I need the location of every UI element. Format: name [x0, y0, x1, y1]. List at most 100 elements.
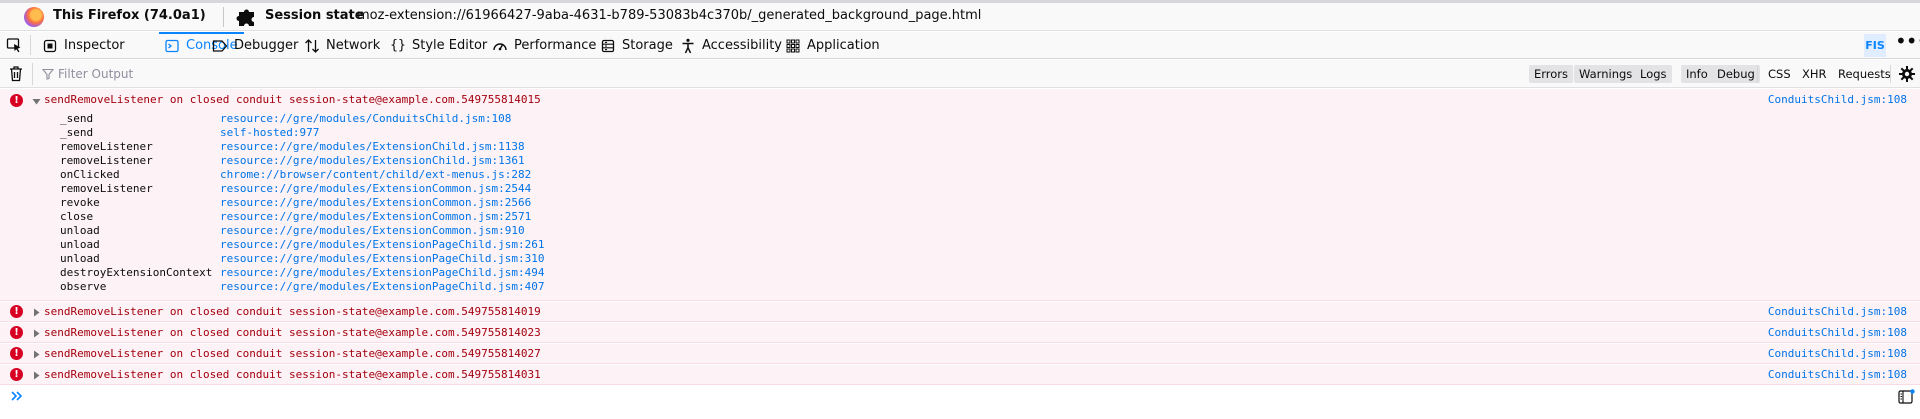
console-error-message[interactable]: ! sendRemoveListener on closed conduit s… [0, 365, 1920, 385]
error-message-text: sendRemoveListener on closed conduit ses… [44, 93, 541, 106]
tab-debugger[interactable]: Debugger [212, 32, 298, 59]
tab-performance[interactable]: Performance [492, 32, 596, 59]
console-error-message[interactable]: ! sendRemoveListener on closed conduit s… [0, 323, 1920, 343]
error-message-text: sendRemoveListener on closed conduit ses… [44, 305, 541, 318]
tab-label: Performance [514, 38, 597, 53]
filter-funnel-icon [42, 68, 54, 80]
frame-function: onClicked [60, 168, 120, 181]
frame-source-link[interactable]: resource://gre/modules/ExtensionChild.js… [220, 140, 525, 153]
frame-function: unload [60, 238, 100, 251]
filter-debug-button[interactable]: Debug [1712, 65, 1760, 83]
tab-label: Accessibility [702, 38, 782, 53]
frame-function: removeListener [60, 140, 153, 153]
error-icon: ! [10, 94, 23, 107]
tab-network[interactable]: Network [304, 32, 380, 59]
message-source-link[interactable]: ConduitsChild.jsm:108 [1768, 305, 1907, 318]
frame-source-link[interactable]: chrome://browser/content/child/ext-menus… [220, 168, 531, 181]
filter-css-button[interactable]: CSS [1768, 65, 1791, 83]
network-icon [304, 38, 320, 54]
target-title: Session state [265, 8, 364, 23]
tab-label: Inspector [64, 38, 125, 53]
extension-puzzle-icon [236, 9, 254, 26]
filter-errors-button[interactable]: Errors [1529, 65, 1574, 83]
expand-twisty-closed-icon[interactable] [32, 329, 41, 338]
performance-icon [492, 38, 508, 54]
expand-twisty-closed-icon[interactable] [32, 371, 41, 380]
error-icon: ! [10, 305, 23, 318]
tab-inspector[interactable]: Inspector [42, 32, 125, 59]
style-editor-icon: {} [390, 38, 406, 53]
message-source-link[interactable]: ConduitsChild.jsm:108 [1768, 326, 1907, 339]
error-icon: ! [10, 368, 23, 381]
frame-function: _send [60, 112, 94, 125]
more-options-icon[interactable]: ••• [1895, 31, 1920, 54]
frame-function: observe [60, 280, 107, 293]
expand-twisty-open-icon[interactable] [32, 97, 41, 106]
clear-console-trash-icon[interactable] [8, 65, 24, 82]
console-settings-gear-icon[interactable] [1898, 65, 1916, 83]
filter-info-button[interactable]: Info [1681, 65, 1713, 83]
tab-label: Application [807, 38, 880, 53]
debugger-icon [212, 38, 228, 54]
filter-warnings-button[interactable]: Warnings [1574, 65, 1638, 83]
expand-twisty-closed-icon[interactable] [32, 350, 41, 359]
frame-source-link[interactable]: resource://gre/modules/ExtensionCommon.j… [220, 224, 525, 237]
console-filter-bar: Errors Warnings Logs Info Debug CSS XHR … [0, 60, 1920, 88]
sidebar-toggle-icon[interactable] [1898, 389, 1915, 404]
application-icon [785, 38, 801, 54]
frame-source-link[interactable]: resource://gre/modules/ExtensionPageChil… [220, 252, 545, 265]
tab-application[interactable]: Application [785, 32, 880, 59]
runtime-title: This Firefox (74.0a1) [53, 8, 206, 23]
tab-label: Network [326, 38, 381, 53]
console-input-line[interactable] [0, 386, 1920, 406]
filter-levels-separator [1757, 65, 1758, 83]
frame-source-link[interactable]: self-hosted:977 [220, 126, 319, 139]
frame-function: unload [60, 224, 100, 237]
filter-requests-button[interactable]: Requests [1838, 65, 1891, 83]
header-separator [223, 7, 224, 27]
message-source-link[interactable]: ConduitsChild.jsm:108 [1768, 93, 1907, 106]
chevron-prompt-icon [11, 391, 23, 401]
frame-function: _send [60, 126, 94, 139]
tab-storage[interactable]: Storage [600, 32, 673, 59]
frame-source-link[interactable]: resource://gre/modules/ExtensionChild.js… [220, 154, 525, 167]
tab-style-editor[interactable]: {} Style Editor [390, 32, 487, 59]
storage-icon [600, 38, 616, 54]
message-source-link[interactable]: ConduitsChild.jsm:108 [1768, 368, 1907, 381]
frame-source-link[interactable]: resource://gre/modules/ExtensionPageChil… [220, 266, 545, 279]
message-source-link[interactable]: ConduitsChild.jsm:108 [1768, 347, 1907, 360]
filter-settings-separator [1890, 65, 1891, 83]
error-icon: ! [10, 326, 23, 339]
tab-label: Debugger [234, 38, 299, 53]
devtools-toolbar: Inspector Console Debugger Network {} St… [0, 31, 1920, 59]
firefox-logo-icon [24, 7, 44, 27]
target-url: moz-extension://61966427-9aba-4631-b789-… [357, 8, 982, 23]
error-message-text: sendRemoveListener on closed conduit ses… [44, 347, 541, 360]
frame-source-link[interactable]: resource://gre/modules/ExtensionPageChil… [220, 280, 545, 293]
tab-label: Storage [622, 38, 673, 53]
filter-output-input[interactable] [58, 64, 658, 84]
toolbar-separator [30, 35, 31, 55]
frame-source-link[interactable]: resource://gre/modules/ExtensionPageChil… [220, 238, 545, 251]
error-icon: ! [10, 347, 23, 360]
frame-source-link[interactable]: resource://gre/modules/ExtensionCommon.j… [220, 210, 531, 223]
console-error-message[interactable]: ! sendRemoveListener on closed conduit s… [0, 344, 1920, 364]
inspector-icon [42, 38, 58, 54]
console-error-message[interactable]: ! sendRemoveListener on closed conduit s… [0, 302, 1920, 322]
filter-separator [32, 63, 33, 85]
filter-logs-button[interactable]: Logs [1635, 65, 1672, 83]
expand-twisty-closed-icon[interactable] [32, 308, 41, 317]
frame-source-link[interactable]: resource://gre/modules/ConduitsChild.jsm… [220, 112, 511, 125]
frame-function: destroyExtensionContext [60, 266, 213, 279]
frame-source-link[interactable]: resource://gre/modules/ExtensionCommon.j… [220, 182, 531, 195]
tab-label: Style Editor [412, 38, 488, 53]
frame-function: close [60, 210, 94, 223]
element-picker-icon[interactable] [6, 37, 22, 53]
console-error-message[interactable]: ! sendRemoveListener on closed conduit s… [0, 89, 1920, 301]
devtools-header: This Firefox (74.0a1) Session state moz-… [0, 3, 1920, 31]
frame-source-link[interactable]: resource://gre/modules/ExtensionCommon.j… [220, 196, 531, 209]
tab-accessibility[interactable]: Accessibility [680, 32, 782, 59]
fission-badge[interactable]: FIS [1864, 34, 1886, 57]
filter-xhr-button[interactable]: XHR [1802, 65, 1827, 83]
error-message-text: sendRemoveListener on closed conduit ses… [44, 368, 541, 381]
